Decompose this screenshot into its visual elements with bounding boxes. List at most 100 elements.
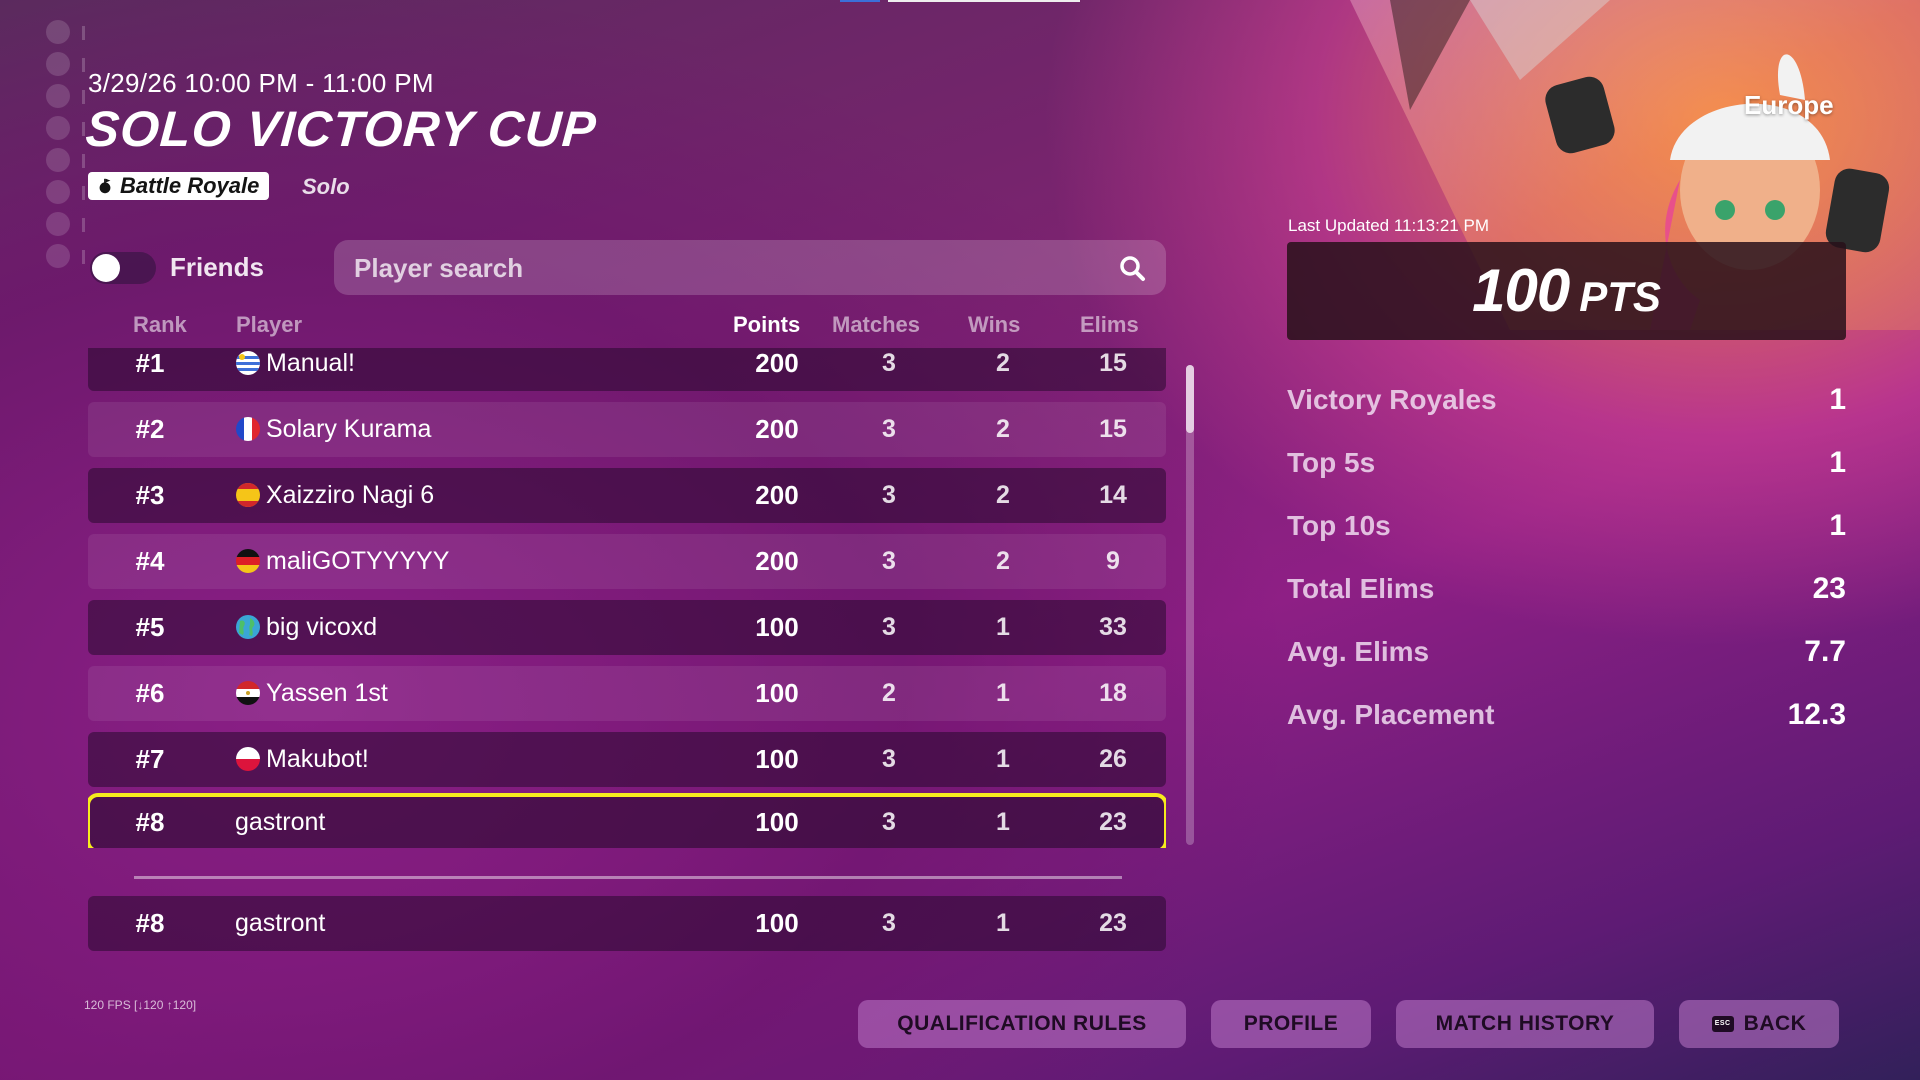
rank-cell: #1 (135, 348, 165, 378)
leaderboard-row[interactable]: #6 Yassen 1st 100 2 1 18 (88, 666, 1166, 721)
rank-cell: #7 (135, 744, 165, 774)
points-cell: 200 (755, 348, 799, 378)
region-label: Europe (1744, 90, 1834, 120)
egypt-flag-icon (236, 681, 260, 705)
qualification-rules-button[interactable]: QUALIFICATION RULES (858, 1000, 1186, 1048)
points-total: 100 (1472, 257, 1570, 324)
wins-cell: 2 (996, 481, 1010, 509)
party-avatar (46, 148, 85, 172)
rank-cell: #3 (135, 480, 165, 510)
points-unit: PTS (1579, 273, 1661, 320)
poland-flag-icon (236, 747, 260, 771)
matches-cell: 3 (882, 415, 896, 443)
button-label: PROFILE (1243, 1012, 1339, 1035)
battle-royale-icon (99, 178, 111, 194)
stat-value: 12.3 (1787, 698, 1846, 731)
leaderboard-row-selected[interactable]: #8 gastront 100 3 1 23 (88, 793, 1166, 848)
matches-cell: 3 (882, 909, 896, 937)
fps-counter: 120 FPS [↓120 ↑120] (84, 998, 197, 1012)
stat-value: 1 (1829, 446, 1846, 479)
party-avatar (46, 20, 85, 44)
matches-cell: 3 (882, 481, 896, 509)
player-name: Xaizziro Nagi 6 (266, 481, 435, 509)
matches-cell: 3 (882, 613, 896, 641)
player-search-box[interactable] (334, 240, 1166, 297)
stat-label: Top 10s (1287, 510, 1391, 541)
rank-cell: #5 (135, 612, 165, 642)
player-name: gastront (235, 909, 326, 937)
player-search-input[interactable] (352, 240, 1096, 297)
button-label: MATCH HISTORY (1435, 1012, 1615, 1035)
elims-cell: 15 (1099, 415, 1127, 443)
rank-cell: #6 (135, 678, 165, 708)
leaderboard-row[interactable]: #5 big vicoxd 100 3 1 33 (88, 600, 1166, 655)
profile-button[interactable]: PROFILE (1211, 1000, 1371, 1048)
header-matches: Matches (832, 312, 921, 337)
leaderboard-row[interactable]: #3 Xaizziro Nagi 6 200 3 2 14 (88, 468, 1166, 523)
mode-label: Battle Royale (120, 173, 260, 198)
elims-cell: 14 (1099, 481, 1127, 509)
elims-cell: 9 (1106, 547, 1120, 575)
wins-cell: 1 (996, 679, 1010, 707)
header-player: Player (236, 312, 303, 337)
scrollbar-thumb[interactable] (1186, 365, 1194, 433)
points-cell: 100 (755, 612, 799, 642)
match-history-button[interactable]: MATCH HISTORY (1396, 1000, 1654, 1048)
leaderboard-row[interactable]: #2 Solary Kurama 200 3 2 15 (88, 402, 1166, 457)
search-icon[interactable] (1118, 254, 1146, 282)
stat-value: 1 (1829, 383, 1846, 416)
rank-cell: #4 (135, 546, 165, 576)
elims-cell: 26 (1099, 745, 1127, 773)
player-name: gastront (235, 808, 326, 836)
event-title: SOLO VICTORY CUP (84, 101, 599, 157)
leaderboard-row[interactable]: #4 maliGOTYYYYY 200 3 2 9 (88, 534, 1166, 589)
points-cell: 100 (755, 908, 799, 938)
points-cell: 200 (755, 480, 799, 510)
stat-value: 1 (1829, 509, 1846, 542)
matches-cell: 3 (882, 745, 896, 773)
elims-cell: 18 (1099, 679, 1127, 707)
stat-label: Total Elims (1287, 573, 1435, 604)
elims-cell: 23 (1099, 808, 1127, 836)
points-cell: 100 (755, 807, 799, 837)
leaderboard-list[interactable]: #1 Manual! 200 3 2 15 #2 Solary Kurama 2… (88, 348, 1166, 848)
wins-cell: 1 (996, 909, 1010, 937)
back-button[interactable]: ESC BACK (1679, 1000, 1839, 1048)
points-cell: 200 (755, 546, 799, 576)
event-timeframe: 3/29/26 10:00 PM - 11:00 PM (88, 68, 434, 98)
wins-cell: 1 (996, 745, 1010, 773)
submode-label: Solo (302, 174, 350, 199)
header-wins: Wins (968, 312, 1021, 337)
top-tab-indicator (840, 0, 880, 2)
player-name: Makubot! (266, 745, 369, 773)
party-avatar (46, 84, 85, 108)
germany-flag-icon (236, 549, 260, 573)
france-flag-icon (236, 417, 260, 441)
rank-cell: #8 (135, 807, 165, 837)
elims-cell: 23 (1099, 909, 1127, 937)
esc-key-icon: ESC (1711, 1016, 1734, 1032)
matches-cell: 2 (882, 679, 896, 707)
matches-cell: 3 (882, 808, 896, 836)
wins-cell: 2 (996, 547, 1010, 575)
spain-flag-icon (236, 483, 260, 507)
elims-cell: 33 (1099, 613, 1127, 641)
stat-label: Top 5s (1287, 447, 1376, 478)
last-updated: Last Updated 11:13:21 PM (1288, 216, 1489, 235)
mode-badge: Battle Royale (88, 172, 270, 200)
points-total-box: 100 PTS (1287, 242, 1846, 340)
matches-cell: 3 (882, 349, 896, 377)
player-name: big vicoxd (266, 613, 378, 641)
points-cell: 100 (755, 678, 799, 708)
leaderboard-row[interactable]: #1 Manual! 200 3 2 15 (88, 348, 1166, 391)
toggle-knob (92, 254, 120, 282)
stat-value: 7.7 (1804, 635, 1846, 668)
matches-cell: 3 (882, 547, 896, 575)
points-cell: 100 (755, 744, 799, 774)
leaderboard-row[interactable]: #7 Makubot! 100 3 1 26 (88, 732, 1166, 787)
my-leaderboard-row[interactable]: #8 gastront 100 3 1 23 (88, 896, 1166, 951)
friends-toggle[interactable] (90, 252, 156, 284)
leaderboard-scrollbar[interactable] (1186, 365, 1194, 845)
player-name: Yassen 1st (266, 679, 388, 707)
rank-cell: #2 (135, 414, 165, 444)
